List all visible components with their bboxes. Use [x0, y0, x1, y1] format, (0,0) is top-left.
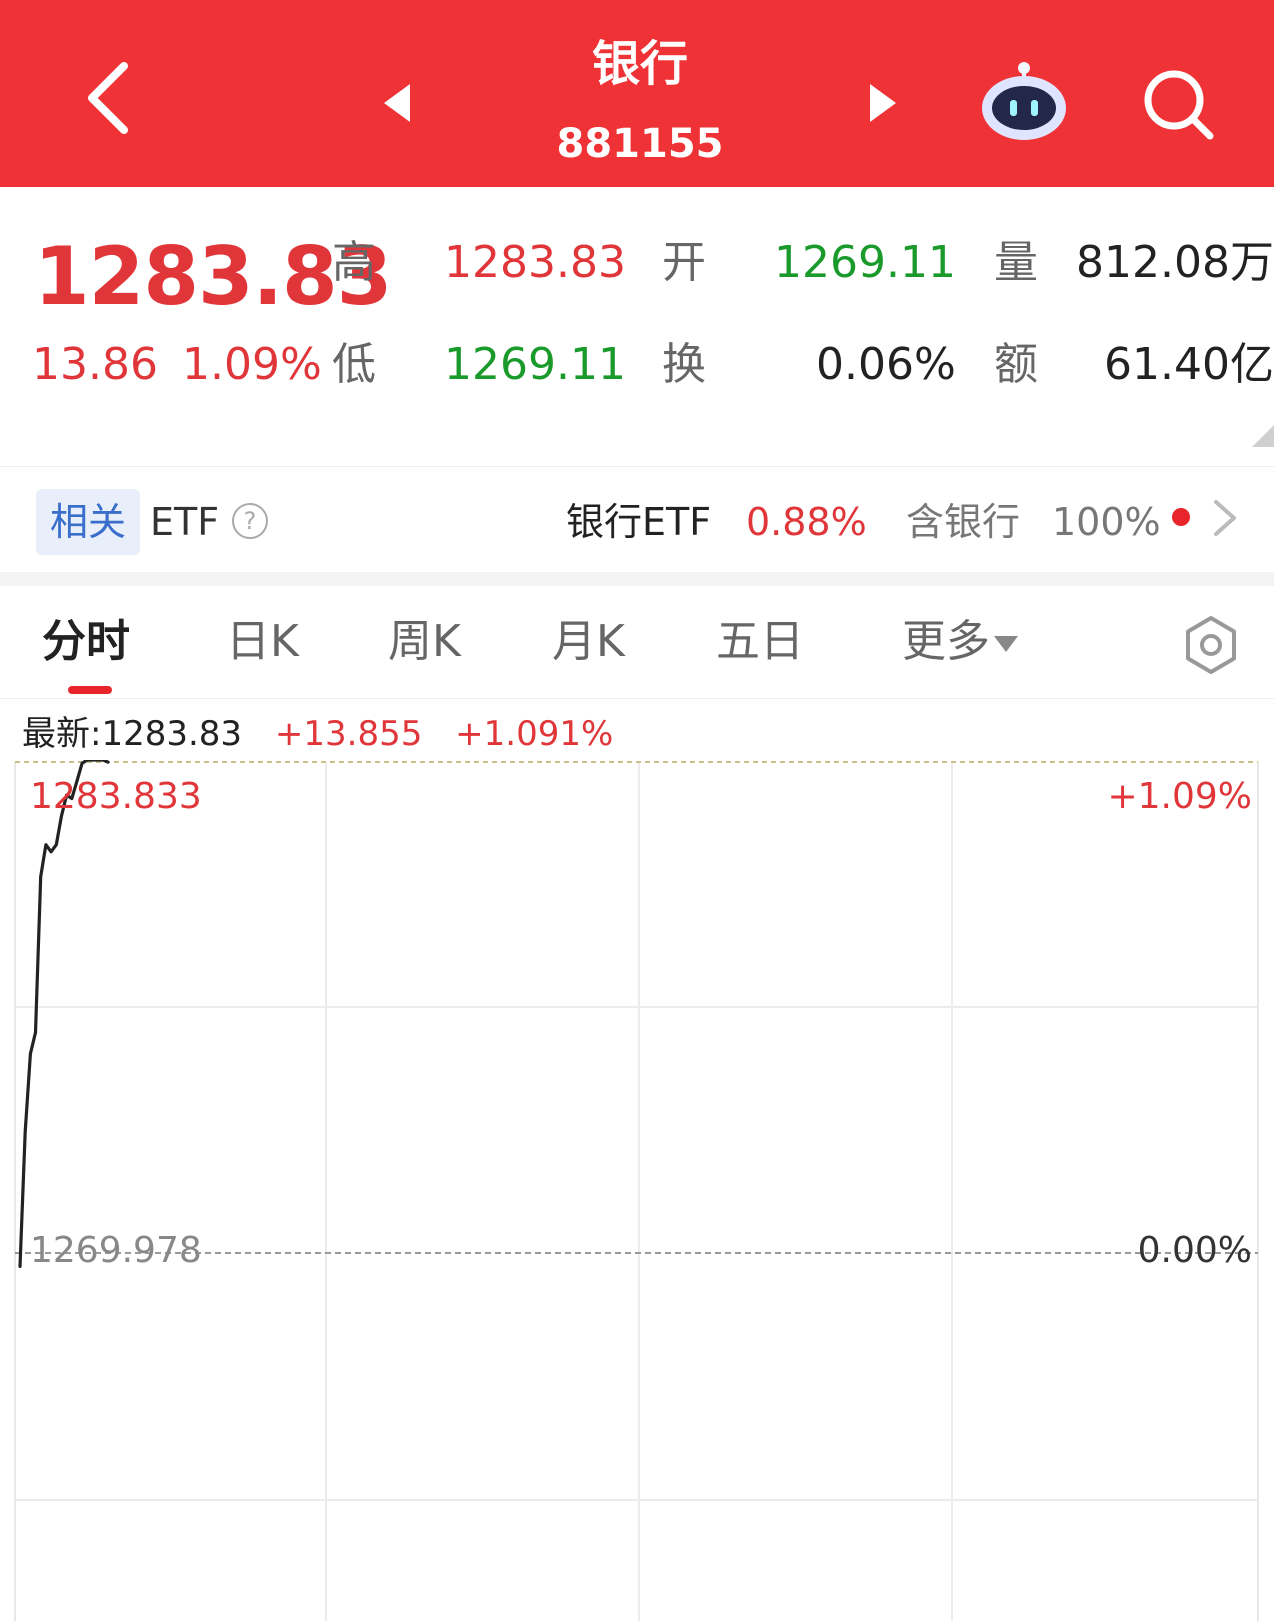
latest-readout: 最新:1283.83 +13.855 +1.091% [22, 714, 613, 754]
tab-monthly-k[interactable]: 月K [552, 614, 625, 670]
price-change-pct: 1.09% [182, 339, 322, 390]
turnover-label: 换 [662, 339, 706, 390]
pct-top-label: +1.09% [1107, 776, 1252, 817]
next-stock-button[interactable] [864, 82, 900, 124]
amount-value: 61.40亿 [1104, 339, 1274, 390]
latest-price: 1283.83 [101, 714, 243, 754]
header-bar: 银行 881155 [0, 0, 1274, 187]
active-tab-indicator [68, 686, 112, 694]
open-value: 1269.11 [774, 237, 956, 288]
next-triangle-icon [870, 84, 896, 122]
page-title: 银行 [591, 36, 688, 92]
search-button[interactable] [1140, 66, 1216, 142]
price-line [18, 760, 110, 1268]
intraday-chart-svg [14, 760, 1259, 1621]
volume-value: 812.08万 [1076, 237, 1274, 288]
chart-grid [14, 761, 1259, 1621]
prev-triangle-icon [384, 84, 410, 122]
etf-label: ETF [150, 500, 220, 544]
chart-settings-button[interactable] [1180, 614, 1242, 676]
tab-intraday[interactable]: 分时 [42, 614, 130, 670]
low-value: 1269.11 [444, 339, 626, 390]
y-ref-label: 1269.978 [30, 1230, 202, 1271]
turnover-value: 0.06% [816, 339, 956, 390]
previous-stock-button[interactable] [380, 82, 416, 124]
assistant-button[interactable] [978, 58, 1070, 142]
chart-tabs: 分时 日K 周K 月K 五日 更多 [0, 586, 1274, 699]
high-label: 高 [332, 237, 376, 288]
section-divider [0, 572, 1274, 586]
high-value: 1283.83 [444, 237, 626, 288]
chevron-right-icon [1214, 500, 1236, 536]
settings-hexagon-icon [1186, 616, 1236, 674]
etf-change-pct: 0.88% [746, 500, 867, 544]
robot-assistant-icon [982, 62, 1066, 140]
back-button[interactable] [80, 58, 150, 138]
back-arrow-icon [88, 62, 128, 134]
search-icon [1144, 70, 1214, 140]
holding-label: 含银行 [906, 500, 1021, 544]
latest-label: 最新: [22, 714, 102, 754]
latest-change: +13.855 [274, 714, 423, 754]
tab-more-label: 更多 [902, 616, 990, 667]
open-label: 开 [662, 237, 706, 288]
related-etf-bar[interactable]: 相关 ETF ? 银行ETF 0.88% 含银行 100% [0, 466, 1274, 573]
holding-pct: 100% [1052, 500, 1161, 544]
intraday-chart[interactable]: 1283.833 +1.09% 1269.978 0.00% [0, 760, 1274, 1621]
etf-expand-button[interactable] [1208, 498, 1242, 538]
expand-corner-icon[interactable] [1252, 425, 1274, 447]
related-tag: 相关 [36, 489, 140, 555]
pct-ref-label: 0.00% [1137, 1230, 1252, 1271]
amount-label: 额 [994, 339, 1038, 390]
latest-change-pct: +1.091% [455, 714, 614, 754]
notification-dot [1172, 508, 1190, 526]
tab-daily-k[interactable]: 日K [226, 614, 299, 670]
stock-code: 881155 [556, 121, 724, 167]
tab-five-day[interactable]: 五日 [716, 614, 804, 670]
y-top-label: 1283.833 [30, 776, 202, 817]
tab-weekly-k[interactable]: 周K [388, 614, 461, 670]
volume-label: 量 [994, 237, 1038, 288]
caret-down-icon [994, 636, 1018, 652]
price-change: 13.86 [32, 339, 158, 390]
tab-more[interactable]: 更多 [902, 614, 1018, 670]
etf-name: 银行ETF [566, 500, 712, 544]
help-icon[interactable]: ? [232, 503, 268, 539]
low-label: 低 [332, 339, 376, 390]
quote-panel: 1283.83 高 1283.83 开 1269.11 量 812.08万 13… [0, 187, 1274, 465]
